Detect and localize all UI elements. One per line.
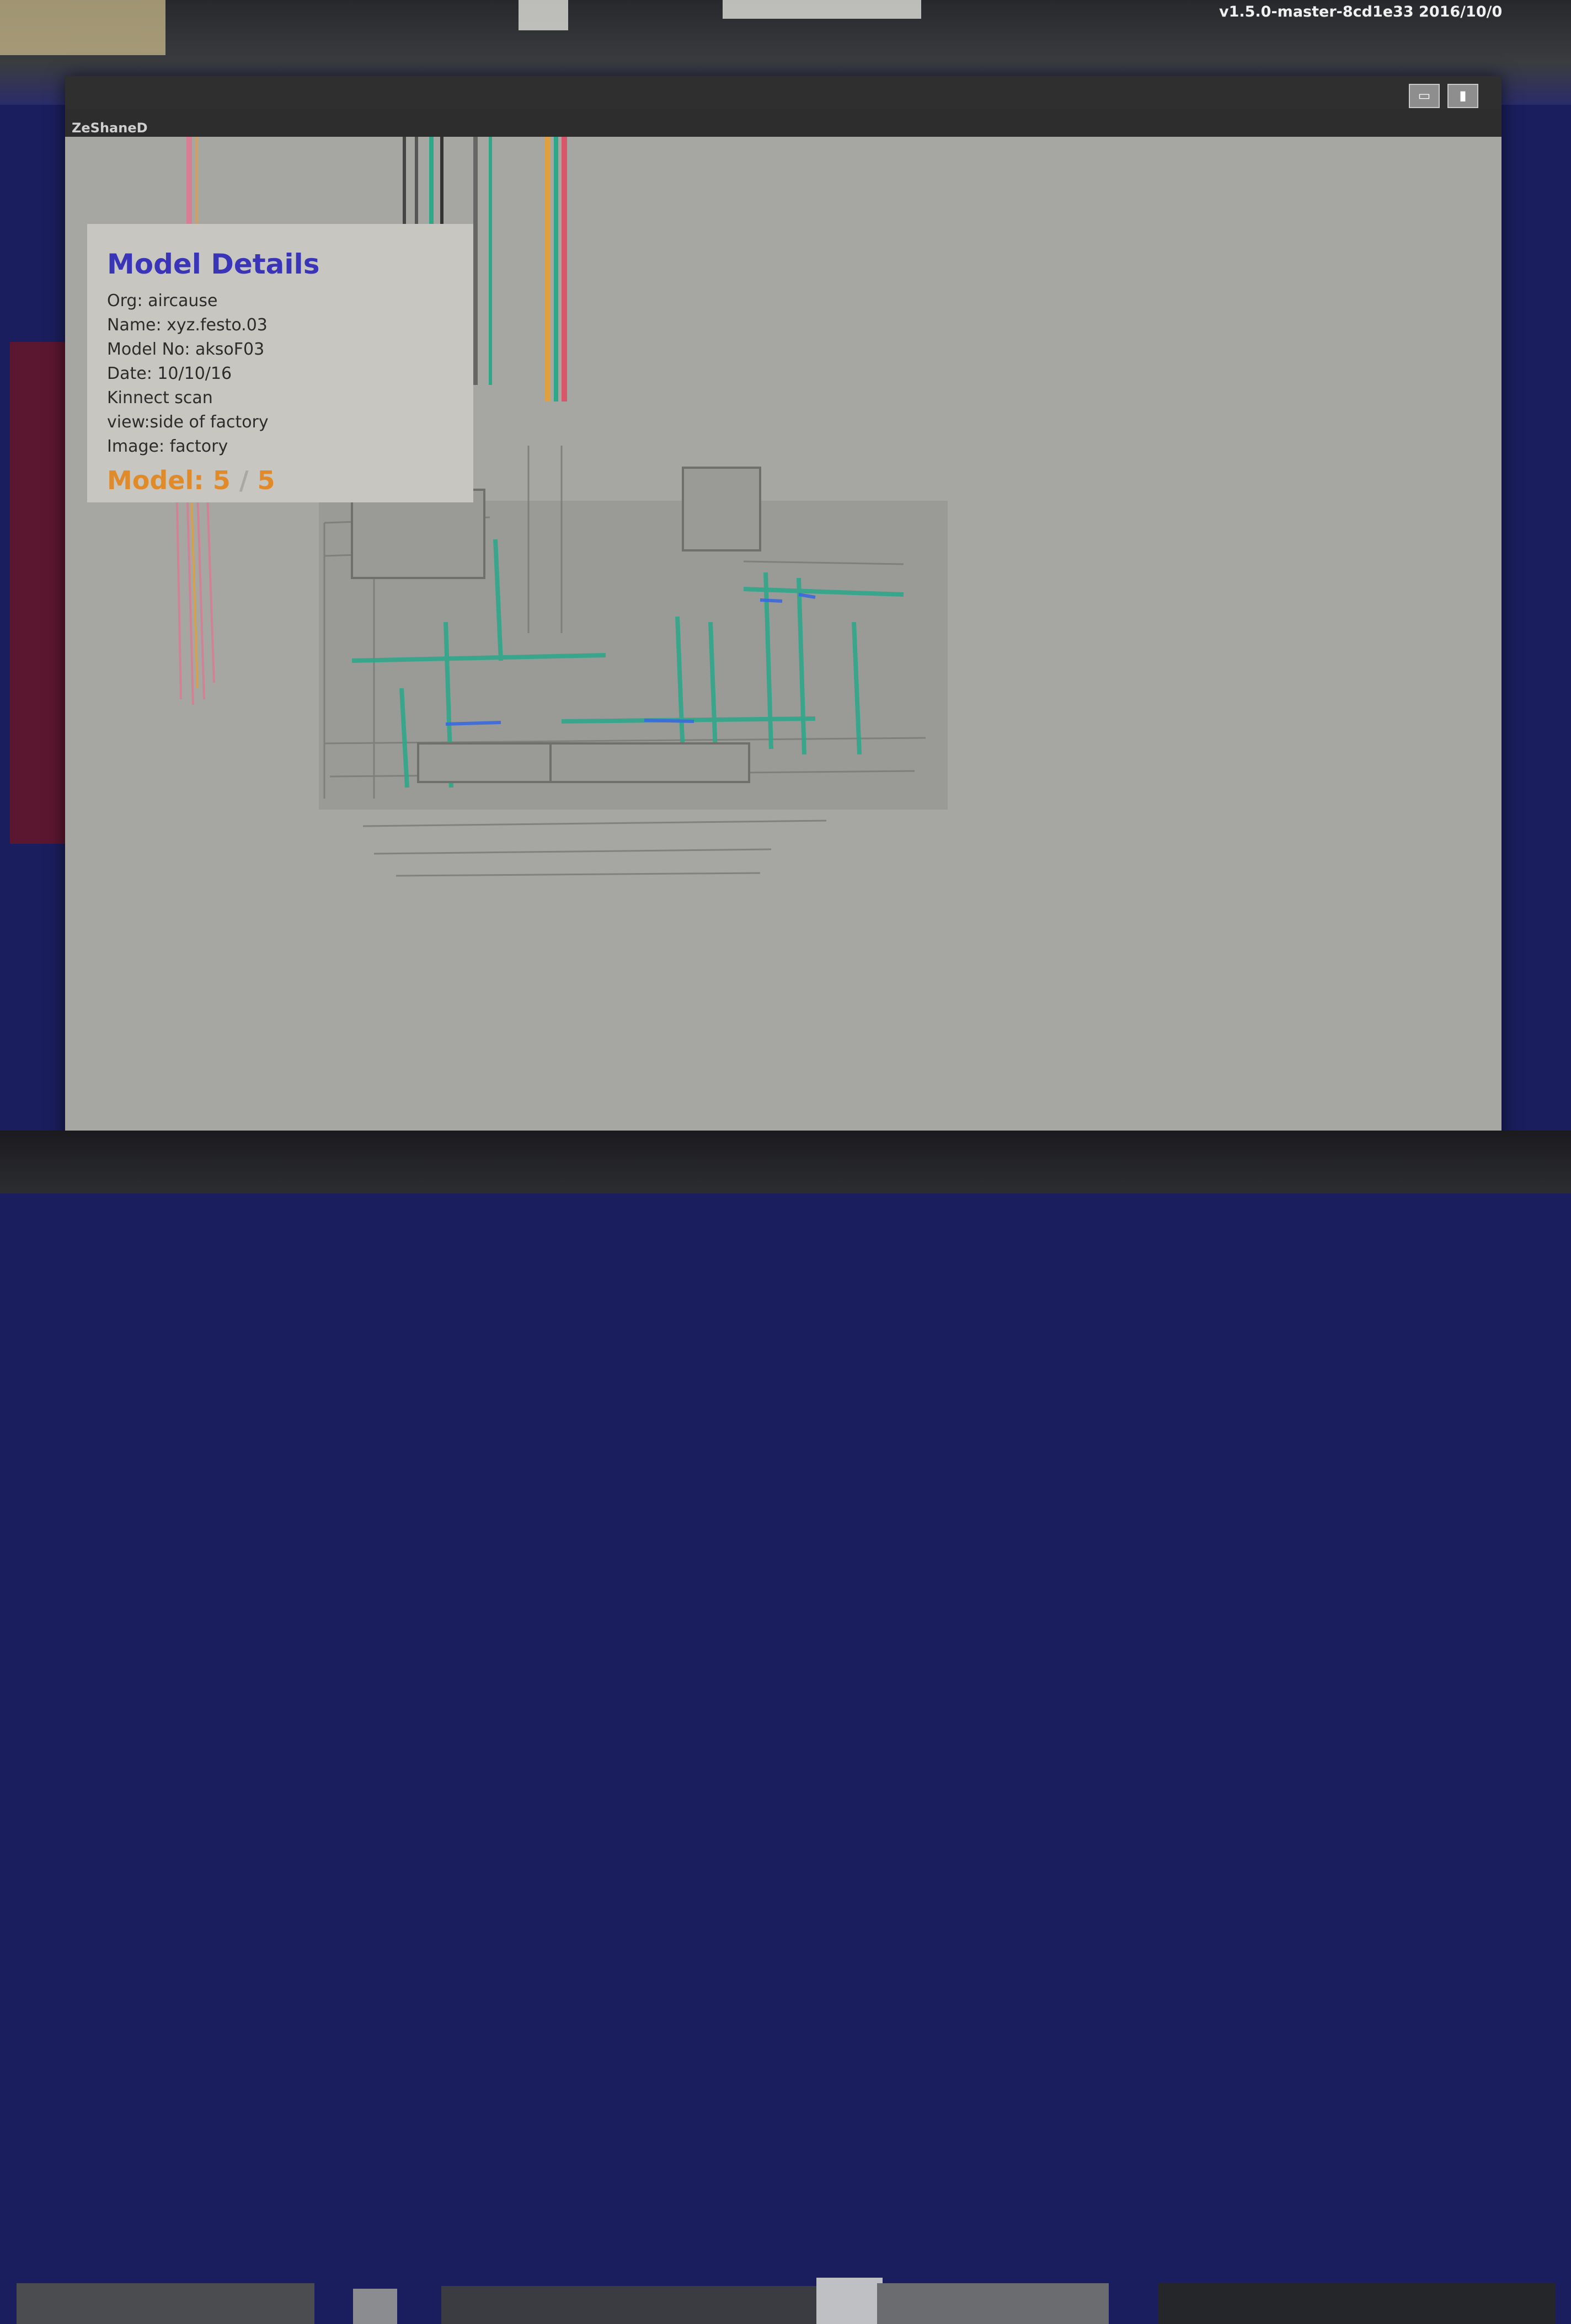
detail-model-no: Model No: aksoF03 (107, 340, 265, 359)
model-details-panel: Model Details Org: aircause Name: xyz.fe… (87, 224, 473, 502)
viewer-window: ▭ ▮ Model Details Org: aircause Name: xy… (65, 76, 1501, 1157)
maximize-icon: ▭ (1418, 88, 1431, 103)
close-icon: ▮ (1459, 88, 1467, 103)
background-window-tab (519, 0, 568, 30)
maximize-button[interactable]: ▭ (1409, 84, 1440, 108)
monitor-bezel (0, 1131, 1571, 2324)
close-button[interactable]: ▮ (1447, 84, 1478, 108)
3d-viewport[interactable]: Model Details Org: aircause Name: xyz.fe… (65, 137, 1501, 1157)
detail-org: Org: aircause (107, 291, 218, 310)
factory-point-cloud (319, 446, 948, 877)
model-counter: Model: 5 / 5 (107, 465, 473, 495)
detail-name: Name: xyz.festo.03 (107, 315, 268, 335)
background-app-window (0, 0, 165, 55)
model-counter-label: Model: (107, 465, 204, 495)
desk-background (17, 2278, 1556, 2324)
background-window-tab (723, 0, 921, 19)
detail-date: Date: 10/10/16 (107, 364, 232, 383)
detail-scan-type: Kinnect scan (107, 388, 213, 408)
panel-title: Model Details (107, 248, 320, 280)
version-status-text: v1.5.0-master-8cd1e33 2016/10/0 (1219, 3, 1503, 20)
window-titlebar[interactable]: ▭ ▮ (65, 76, 1501, 109)
window-title: ZeShaneD (72, 120, 148, 136)
detail-image: Image: factory (107, 437, 228, 456)
model-separator: / (239, 465, 249, 495)
model-total: 5 (257, 465, 275, 495)
model-current: 5 (212, 465, 231, 495)
detail-view: view:side of factory (107, 413, 269, 432)
